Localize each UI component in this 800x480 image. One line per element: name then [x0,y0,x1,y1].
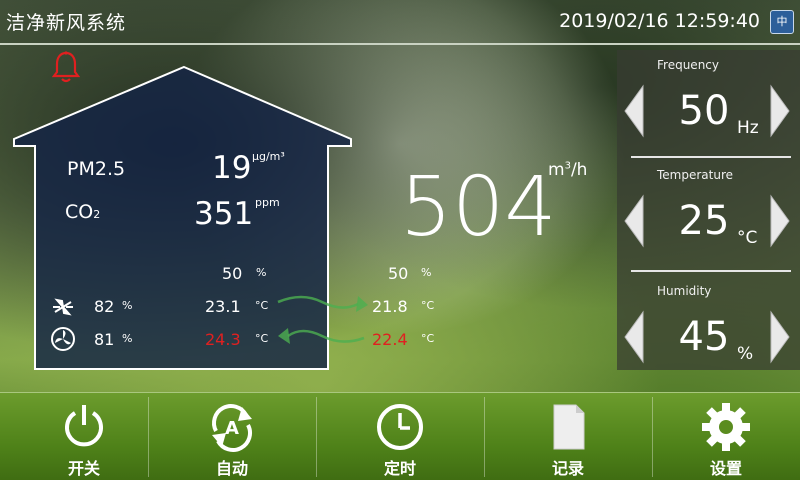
document-icon [553,404,585,450]
outdoor-temp-2-value: 22.4 [372,330,408,349]
humidity-increase-button[interactable] [769,310,791,364]
control-divider [631,156,791,158]
temperature-value: 25 [678,198,730,244]
indoor-temp-1-unit: °C [255,299,269,312]
humidity-value: 45 [678,314,730,360]
frequency-label: Frequency [657,58,719,72]
control-divider [631,270,791,272]
auto-button[interactable]: A 自动 [148,393,316,480]
pm25-unit: μg/m³ [252,150,285,163]
airflow-unit: m3/h [548,160,588,180]
frequency-decrease-button[interactable] [623,84,645,138]
language-button[interactable]: 中 [770,10,794,34]
records-button-label: 记录 [551,459,584,478]
temperature-increase-button[interactable] [769,194,791,248]
filter-unit: % [122,332,133,345]
fan-speed-value: 82 [94,297,115,316]
humidity-label: Humidity [657,284,712,298]
frequency-control: Frequency 50 Hz [617,50,800,157]
pm25-value: 19 [212,150,252,186]
auto-icon: A [212,404,252,452]
filter-icon [51,327,75,351]
temperature-unit: °C [737,228,758,248]
settings-button-label: 设置 [709,459,742,478]
temperature-decrease-button[interactable] [623,194,645,248]
outdoor-temp-1-unit: °C [421,299,435,312]
indoor-humidity-unit: % [256,266,267,279]
airflow-arrows-icon [277,295,368,344]
outdoor-temp-1-value: 21.8 [372,297,408,316]
frequency-value: 50 [678,88,730,134]
footer-toolbar: 开关 A 自动 定时 记录 设置 [0,392,800,480]
timer-button[interactable]: 定时 [316,393,484,480]
settings-button[interactable]: 设置 [652,393,800,480]
header-divider [0,43,800,45]
co2-label: CO2 [65,201,101,223]
gear-icon [702,403,750,451]
fan-speed-unit: % [122,299,133,312]
indoor-temp-2-value: 24.3 [205,330,241,349]
control-panel: Frequency 50 Hz Temperature 25 °C Humidi… [617,50,800,370]
temperature-label: Temperature [657,168,734,182]
power-button-label: 开关 [67,459,100,478]
power-button[interactable]: 开关 [0,393,168,480]
auto-button-label: 自动 [215,459,248,478]
outdoor-temp-2-unit: °C [421,332,435,345]
hvac-screen: 洁净新风系统 2019/02/16 12:59:40 中 PM2.5 19 μg… [0,0,800,480]
fan-icon [53,298,73,316]
records-button[interactable]: 记录 [484,393,652,480]
datetime-display: 2019/02/16 12:59:40 [559,10,760,32]
humidity-unit: % [737,344,754,364]
co2-value: 351 [194,196,254,232]
power-icon [65,405,103,447]
header-bar: 洁净新风系统 2019/02/16 12:59:40 中 [0,0,800,44]
temperature-control: Temperature 25 °C [617,160,800,267]
humidity-decrease-button[interactable] [623,310,645,364]
clock-icon [377,404,423,450]
outdoor-humidity-unit: % [421,266,432,279]
frequency-increase-button[interactable] [769,84,791,138]
svg-text:A: A [225,418,239,439]
indoor-temp-2-unit: °C [255,332,269,345]
indoor-temp-1-value: 23.1 [205,297,241,316]
timer-button-label: 定时 [383,459,416,478]
frequency-unit: Hz [737,118,759,138]
airflow-value: 504 [400,160,557,255]
filter-value: 81 [94,330,115,349]
pm25-label: PM2.5 [67,158,126,180]
humidity-control: Humidity 45 % [617,276,800,383]
co2-unit: ppm [255,196,280,209]
outdoor-humidity-value: 50 [388,264,409,283]
indoor-humidity-value: 50 [222,264,243,283]
app-title: 洁净新风系统 [6,12,127,34]
